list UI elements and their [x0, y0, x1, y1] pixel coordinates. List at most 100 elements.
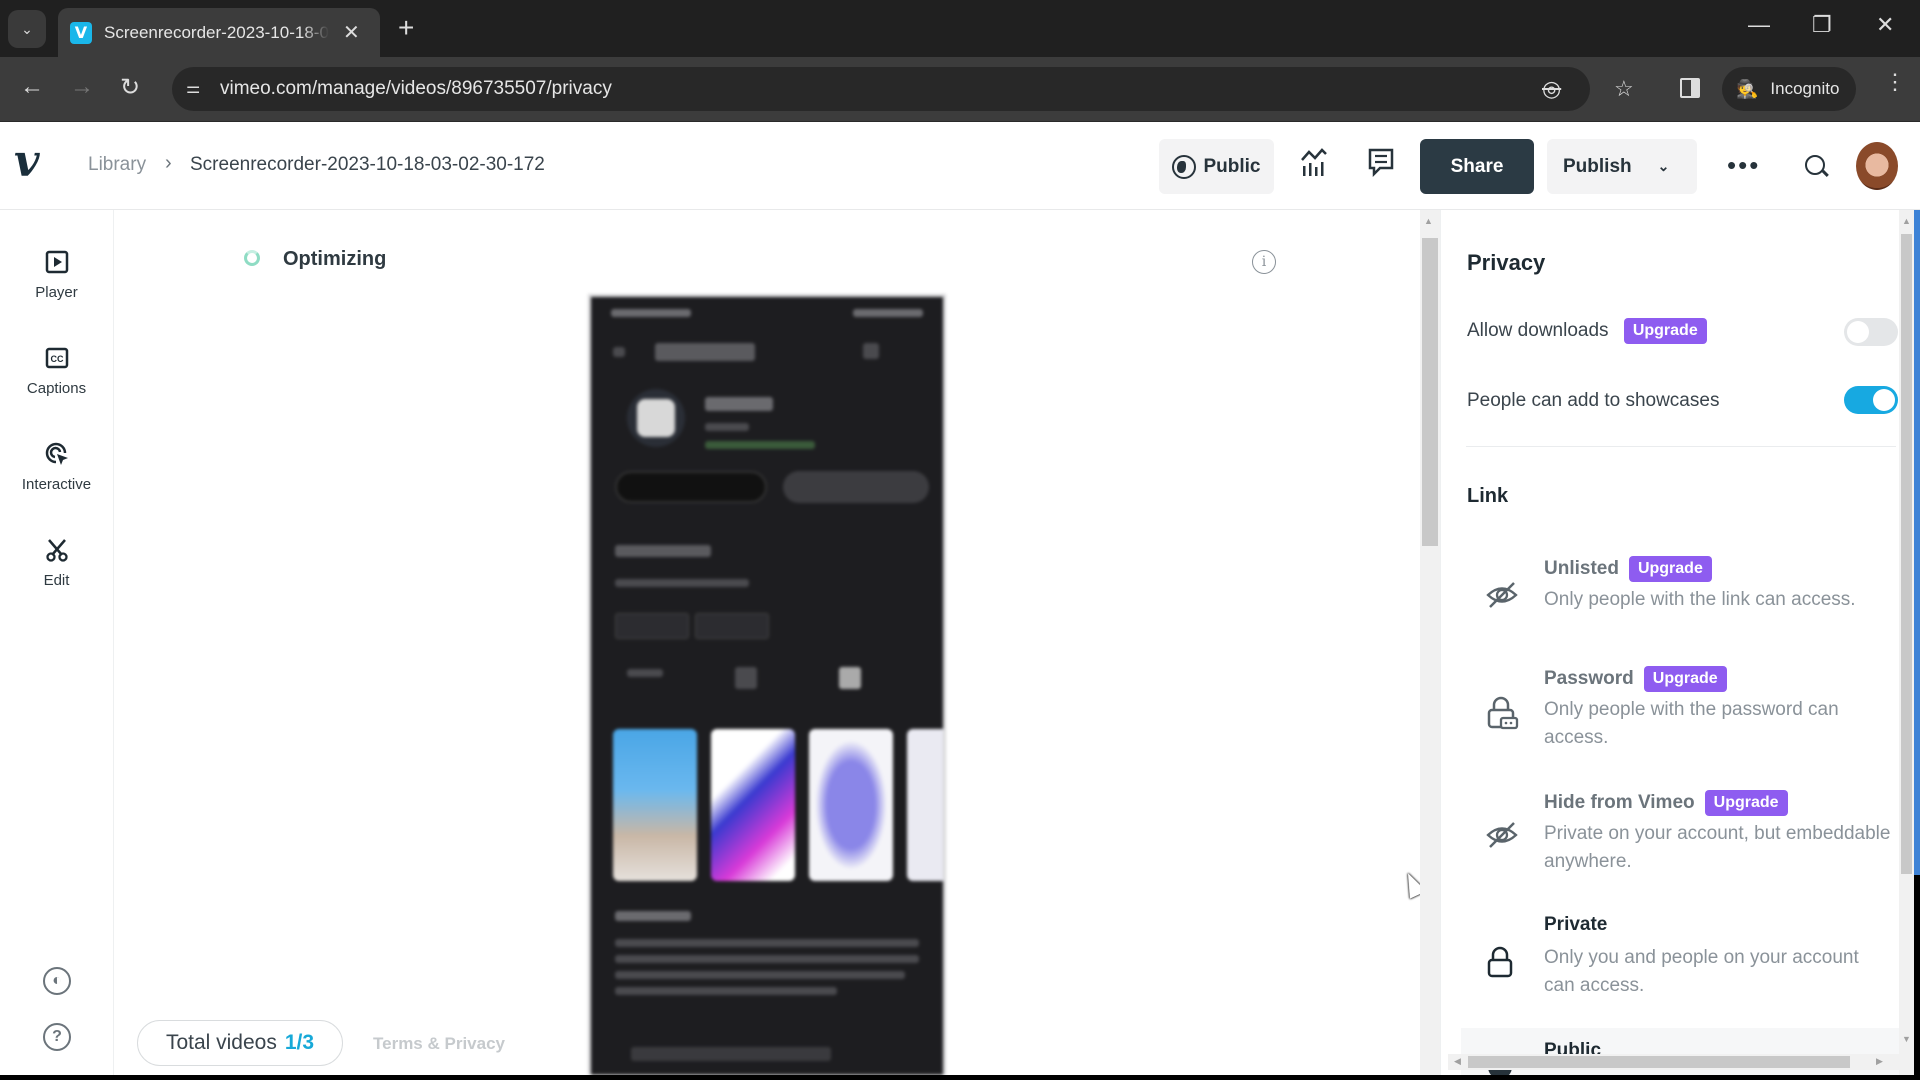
allow-downloads-label: Allow downloads — [1467, 320, 1609, 342]
terms-privacy-link[interactable]: Terms & Privacy — [373, 1034, 505, 1054]
user-avatar[interactable] — [1856, 142, 1898, 190]
search-icon[interactable] — [1805, 155, 1825, 175]
app-header: v Library › Screenrecorder-2023-10-18-03… — [0, 122, 1920, 210]
upgrade-badge[interactable]: Upgrade — [1623, 318, 1707, 344]
forward-icon[interactable]: → — [70, 73, 94, 101]
url-text[interactable]: vimeo.com/manage/videos/896735507/privac… — [220, 78, 612, 100]
scroll-left-icon[interactable]: ◀ — [1454, 1056, 1461, 1067]
browser-menu-icon[interactable]: ⋮ — [1884, 71, 1906, 93]
center-scrollbar[interactable]: ▲ — [1420, 210, 1440, 1075]
sidebar-item-label: Player — [35, 284, 78, 301]
info-icon[interactable]: i — [1252, 250, 1276, 274]
privacy-panel-hscrollbar-thumb[interactable] — [1468, 1056, 1850, 1068]
video-preview[interactable] — [588, 294, 946, 1075]
option-name: Unlisted Upgrade — [1544, 556, 1712, 582]
left-sidebar: Player CC Captions Interactive Edit ◐ ? — [0, 210, 114, 1075]
vimeo-logo[interactable]: v — [14, 140, 40, 184]
lock-icon — [1485, 946, 1515, 983]
browser-toolbar: ← → ↻ ⚌ vimeo.com/manage/videos/89673550… — [0, 57, 1920, 122]
reload-icon[interactable]: ↻ — [120, 73, 140, 102]
tab-close-icon[interactable]: ✕ — [343, 20, 360, 45]
showcases-row: People can add to showcases — [1467, 390, 1719, 412]
privacy-public-button[interactable]: Public — [1159, 139, 1274, 194]
option-description: Only you and people on your account can … — [1544, 947, 1859, 996]
showcases-toggle[interactable] — [1844, 386, 1898, 414]
total-videos-badge[interactable]: Total videos 1/3 — [137, 1020, 343, 1066]
sidebar-item-label: Captions — [26, 380, 87, 397]
sidebar-item-label: Interactive — [21, 476, 92, 493]
publish-button[interactable]: Publish ⌄ — [1547, 139, 1697, 194]
scroll-up-icon[interactable]: ▲ — [1902, 216, 1911, 226]
restore-icon[interactable]: ❐ — [1812, 12, 1832, 38]
help-icon[interactable]: ? — [43, 1023, 71, 1051]
sidebar-item-interactive[interactable]: Interactive — [0, 440, 113, 493]
upgrade-badge[interactable]: Upgrade — [1704, 790, 1788, 816]
minimize-icon[interactable]: — — [1748, 12, 1770, 38]
eye-off-icon — [1485, 820, 1519, 855]
upgrade-badge[interactable]: Upgrade — [1643, 666, 1727, 692]
scroll-up-icon[interactable]: ▲ — [1424, 216, 1433, 226]
privacy-panel: Privacy Allow downloads Upgrade People c… — [1440, 210, 1900, 1075]
address-bar[interactable]: ⚌ vimeo.com/manage/videos/896735507/priv… — [172, 67, 1634, 111]
public-label: Public — [1203, 155, 1261, 177]
breadcrumb-current: Screenrecorder-2023-10-18-03-02-30-172 — [190, 154, 545, 175]
bookmark-star-icon[interactable]: ☆ — [1614, 76, 1634, 102]
privacy-option-private[interactable]: Private Only you and people on your acco… — [1441, 914, 1900, 1014]
privacy-option-hide-from-vimeo[interactable]: Hide from Vimeo Upgrade Private on your a… — [1441, 790, 1900, 890]
share-button[interactable]: Share — [1420, 139, 1534, 194]
publish-label: Publish — [1563, 155, 1632, 177]
optimizing-status: Optimizing — [283, 248, 387, 270]
option-name: Private — [1544, 914, 1608, 935]
option-description: Only people with the password can access… — [1544, 699, 1839, 748]
scissors-icon — [45, 536, 69, 564]
new-tab-icon[interactable]: + — [398, 12, 414, 44]
comments-icon[interactable] — [1368, 148, 1394, 183]
privacy-panel-scrollbar-thumb[interactable] — [1901, 234, 1912, 874]
privacy-panel-hscrollbar[interactable]: ◀ ▶ — [1448, 1054, 1900, 1070]
scroll-down-icon[interactable]: ▼ — [1902, 1034, 1911, 1044]
side-panel-icon[interactable] — [1680, 78, 1700, 98]
allow-downloads-toggle[interactable] — [1844, 318, 1898, 346]
player-icon — [45, 248, 69, 276]
theme-toggle-icon[interactable]: ◐ — [43, 967, 71, 995]
tab-search-button[interactable]: ⌄ — [8, 10, 46, 48]
back-icon[interactable]: ← — [20, 73, 44, 101]
breadcrumb-library[interactable]: Library — [88, 154, 146, 176]
toggle-knob — [1847, 321, 1869, 343]
optimizing-spinner-icon — [244, 250, 260, 266]
privacy-option-unlisted[interactable]: Unlisted Upgrade Only people with the lin… — [1441, 556, 1900, 646]
allow-downloads-row: Allow downloads Upgrade — [1467, 318, 1707, 344]
showcases-label: People can add to showcases — [1467, 390, 1720, 411]
screen-bottom-edge — [0, 1075, 1920, 1080]
browser-tab-active[interactable]: V Screenrecorder-2023-10-18-03-02-30-172… — [58, 8, 380, 57]
page-scroll-indicator[interactable] — [1914, 210, 1920, 875]
divider — [1466, 446, 1896, 447]
sidebar-item-label: Edit — [43, 572, 70, 589]
globe-icon — [1172, 154, 1197, 179]
option-description: Private on your account, but embeddable … — [1544, 823, 1891, 872]
scroll-right-icon[interactable]: ▶ — [1876, 1056, 1883, 1067]
total-videos-count: 1/3 — [284, 1031, 315, 1054]
center-scrollbar-thumb[interactable] — [1422, 238, 1438, 546]
sidebar-item-edit[interactable]: Edit — [0, 536, 113, 589]
privacy-title: Privacy — [1467, 250, 1546, 275]
incognito-icon: 🕵 — [1736, 78, 1759, 99]
option-name: Password Upgrade — [1544, 666, 1727, 692]
total-videos-label: Total videos — [165, 1031, 277, 1054]
eye-off-icon[interactable]: ◎ — [1542, 76, 1561, 102]
window-close-icon[interactable]: ✕ — [1876, 12, 1894, 38]
browser-tab-bar: ⌄ V Screenrecorder-2023-10-18-03-02-30-1… — [0, 0, 1920, 57]
sidebar-item-captions[interactable]: CC Captions — [0, 344, 113, 397]
more-options-icon[interactable]: ••• — [1727, 152, 1760, 178]
svg-text:CC: CC — [50, 354, 63, 364]
privacy-panel-scrollbar[interactable]: ▲ ▼ — [1899, 210, 1914, 1075]
sidebar-item-player[interactable]: Player — [0, 248, 113, 301]
link-section-title: Link — [1467, 485, 1509, 507]
lock-key-icon — [1485, 696, 1519, 735]
privacy-option-password[interactable]: Password Upgrade Only people with the pas… — [1441, 666, 1900, 766]
captions-icon: CC — [45, 344, 69, 372]
upgrade-badge[interactable]: Upgrade — [1628, 556, 1712, 582]
analytics-icon[interactable] — [1300, 148, 1328, 183]
site-info-icon[interactable]: ⚌ — [186, 78, 200, 98]
incognito-badge[interactable]: 🕵 Incognito — [1722, 67, 1856, 111]
